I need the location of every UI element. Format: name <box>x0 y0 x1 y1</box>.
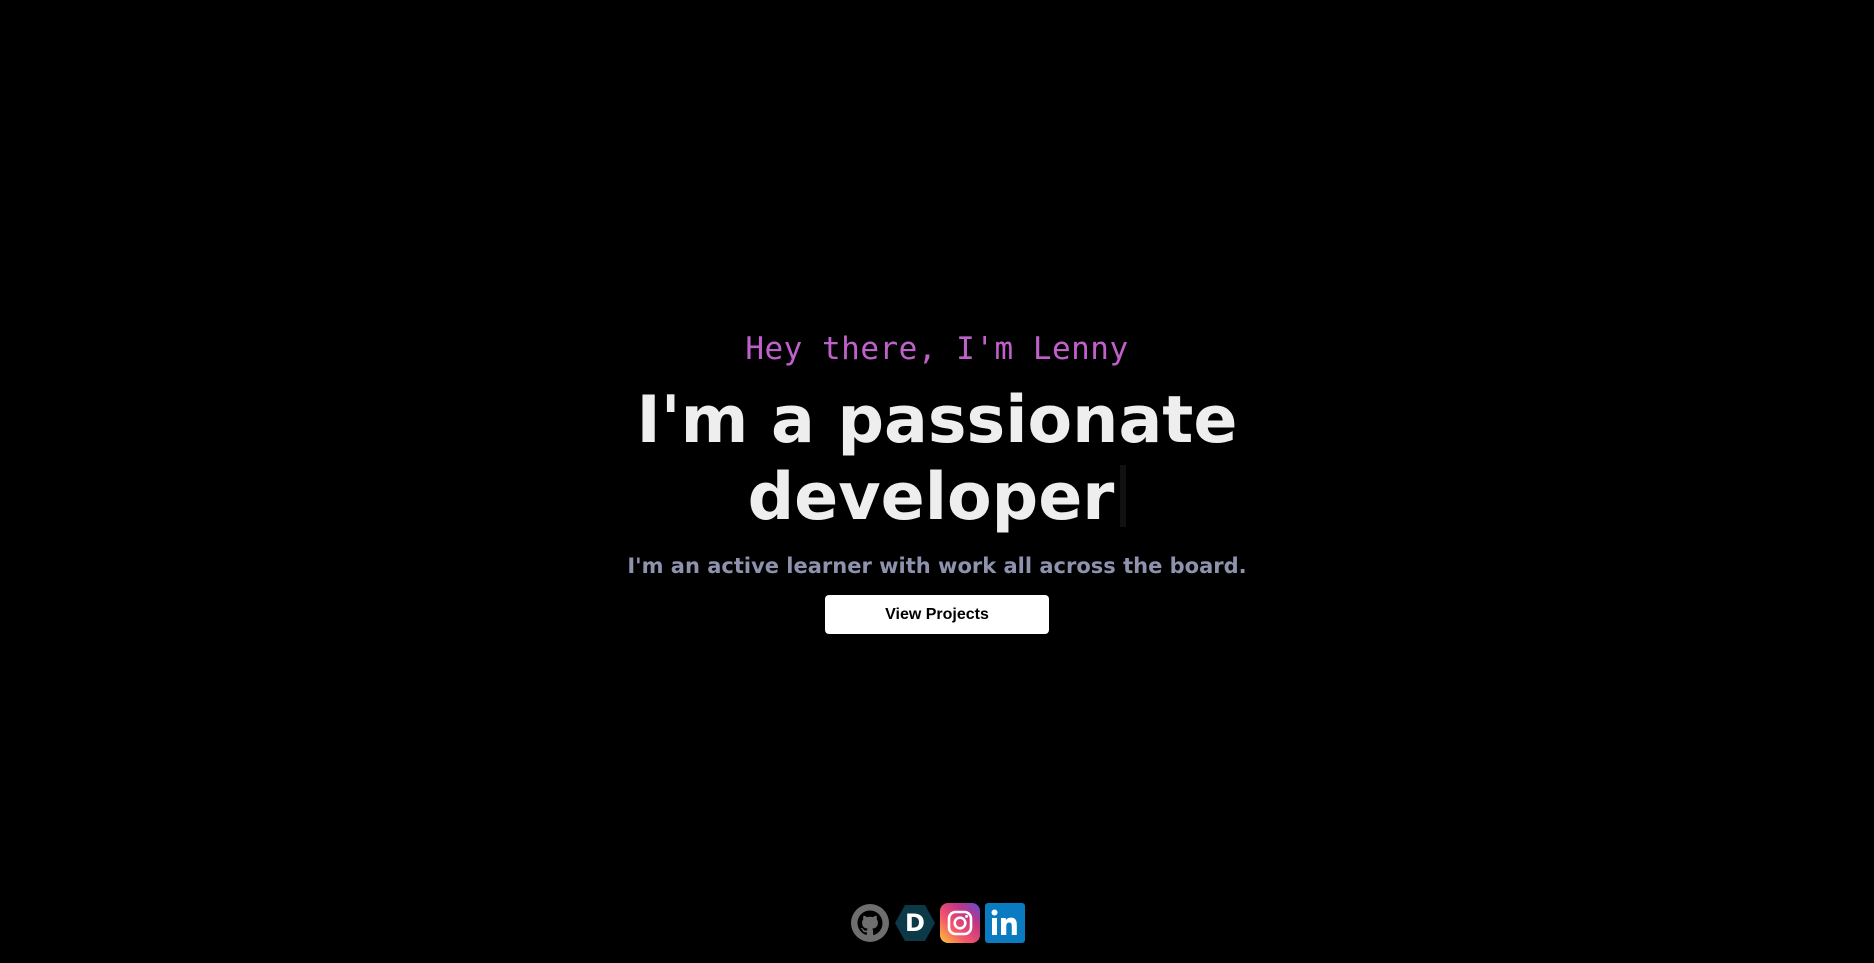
view-projects-button[interactable]: View Projects <box>825 595 1049 634</box>
svg-text:D: D <box>905 909 925 937</box>
github-icon[interactable] <box>850 903 890 943</box>
headline: I'm a passionate developer <box>487 382 1387 536</box>
instagram-icon[interactable] <box>939 903 980 943</box>
headline-line-2-wrap: developer <box>748 459 1127 536</box>
headline-line-1: I'm a passionate <box>636 383 1238 458</box>
greeting-text: Hey there, I'm Lenny <box>745 331 1129 367</box>
social-links: D <box>0 903 1874 943</box>
hero-section: Hey there, I'm Lenny I'm a passionate de… <box>0 326 1874 634</box>
subtitle-text: I'm an active learner with work all acro… <box>627 554 1247 578</box>
linkedin-icon[interactable] <box>984 903 1025 943</box>
typing-cursor <box>1120 465 1127 527</box>
headline-line-2: developer <box>747 460 1115 535</box>
dev-icon[interactable]: D <box>894 903 935 943</box>
page: Hey there, I'm Lenny I'm a passionate de… <box>0 0 1874 963</box>
